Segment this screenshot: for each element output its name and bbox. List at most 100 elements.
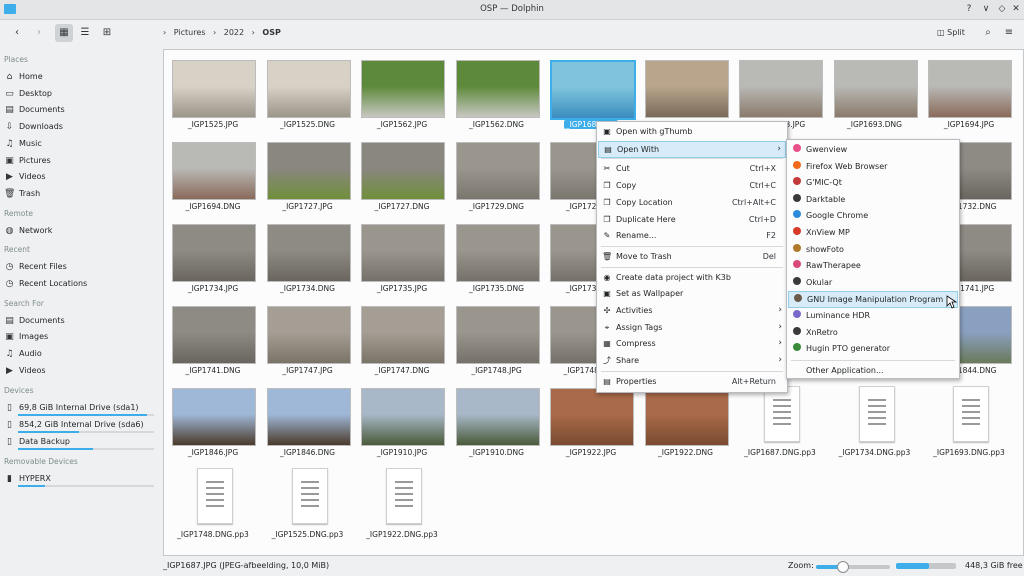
icons-view-button[interactable]: ▦: [55, 24, 73, 42]
open-with-firefox-web-browser[interactable]: Firefox Web Browser: [788, 159, 958, 174]
breadcrumb-osp[interactable]: OSP: [262, 28, 280, 37]
file-item[interactable]: _IGP1525.DNG: [259, 50, 351, 130]
sidebar-item-label: Network: [19, 225, 53, 235]
file-item[interactable]: _IGP1562.DNG: [448, 50, 540, 130]
zoom-slider[interactable]: [816, 561, 890, 573]
breadcrumb-chevron-icon: ›: [163, 28, 167, 37]
open-with-rawtherapee[interactable]: RawTherapee: [788, 258, 958, 273]
help-button[interactable]: ?: [962, 2, 976, 16]
sidebar-item-devices-69-8-gib-internal-drive-sda1[interactable]: ▯ 69,8 GiB Internal Drive (sda1): [4, 400, 154, 415]
file-item[interactable]: _IGP1747.DNG: [353, 296, 445, 376]
file-item[interactable]: _IGP1687.JPG: [542, 50, 636, 130]
menu-item-share[interactable]: ⤴ Share ›: [598, 353, 786, 368]
open-with-gwenview[interactable]: Gwenview: [788, 142, 958, 157]
menu-item-duplicate-here[interactable]: ❐ Duplicate Here Ctrl+D: [598, 212, 786, 227]
compact-view-button[interactable]: ☰: [76, 24, 94, 42]
menu-item-rename[interactable]: ✎ Rename... F2: [598, 228, 786, 243]
menu-item-activities[interactable]: ✣ Activities ›: [598, 303, 786, 318]
file-item[interactable]: _IGP1734.JPG: [164, 214, 256, 294]
file-item[interactable]: _IGP1910.JPG: [353, 378, 445, 458]
sidebar-item-search-images[interactable]: ▣ Images: [4, 329, 154, 344]
file-item[interactable]: _IGP1748.JPG: [448, 296, 540, 376]
menu-item-compress[interactable]: ▦ Compress ›: [598, 336, 786, 351]
file-item[interactable]: _IGP1694.JPG: [920, 50, 1012, 130]
search-button[interactable]: ⌕: [979, 24, 997, 42]
file-item[interactable]: _IGP1741.DNG: [164, 296, 256, 376]
file-item[interactable]: _IGP1922.DNG.pp3: [353, 460, 445, 540]
open-with-luminance-hdr[interactable]: Luminance HDR: [788, 308, 958, 323]
menu-button[interactable]: ≡: [1000, 24, 1018, 42]
open-with-g-mic-qt[interactable]: G'MIC-Qt: [788, 175, 958, 190]
open-with-okular[interactable]: Okular: [788, 275, 958, 290]
menu-item-copy[interactable]: ❐ Copy Ctrl+C: [598, 178, 786, 193]
sidebar-item-remote-network[interactable]: ◍ Network: [4, 223, 154, 238]
back-button[interactable]: ‹: [8, 24, 26, 42]
menu-item-open-with[interactable]: ▤ Open With ›: [598, 140, 786, 158]
file-item[interactable]: _IGP1687.DNG: [637, 50, 729, 130]
file-item[interactable]: _IGP1693.JPG: [731, 50, 823, 130]
open-with-google-chrome[interactable]: Google Chrome: [788, 208, 958, 223]
zoom-slider-handle[interactable]: [836, 561, 849, 573]
sidebar-item-places-videos[interactable]: ▶ Videos: [4, 169, 154, 184]
open-with-darktable[interactable]: Darktable: [788, 192, 958, 207]
file-item[interactable]: _IGP1846.DNG: [259, 378, 351, 458]
maximize-button[interactable]: ◇: [995, 2, 1009, 16]
file-item[interactable]: _IGP1729.DNG: [448, 132, 540, 212]
minimize-button[interactable]: ∨: [979, 2, 993, 16]
file-item[interactable]: _IGP1735.JPG: [353, 214, 445, 294]
menu-item-move-to-trash[interactable]: 🗑 Move to Trash Del: [598, 249, 786, 264]
sidebar-item-search-audio[interactable]: ♫ Audio: [4, 346, 154, 361]
menu-shortcut: Ctrl+C: [749, 181, 776, 191]
file-item[interactable]: _IGP1910.DNG: [448, 378, 540, 458]
menu-item-create-data-project-with-k3b[interactable]: ◉ Create data project with K3b: [598, 270, 786, 285]
sidebar-item-places-desktop[interactable]: ▭ Desktop: [4, 86, 154, 101]
sidebar-item-places-downloads[interactable]: ⇩ Downloads: [4, 119, 154, 134]
open-with-xnview-mp[interactable]: XnView MP: [788, 225, 958, 240]
menu-item-copy-location[interactable]: ❐ Copy Location Ctrl+Alt+C: [598, 195, 786, 210]
open-with-hugin-pto-generator[interactable]: Hugin PTO generator: [788, 341, 958, 356]
details-view-button[interactable]: ⊞: [98, 24, 116, 42]
file-item[interactable]: _IGP1727.DNG: [353, 132, 445, 212]
menu-item-set-as-wallpaper[interactable]: ▣ Set as Wallpaper: [598, 286, 786, 301]
open-with-xnretro[interactable]: XnRetro: [788, 325, 958, 340]
menu-item-cut[interactable]: ✂ Cut Ctrl+X: [598, 161, 786, 176]
file-item[interactable]: _IGP1734.DNG.pp3: [826, 378, 918, 458]
file-item[interactable]: _IGP1562.JPG: [353, 50, 445, 130]
image-thumbnail: [266, 388, 351, 446]
sidebar-item-places-trash[interactable]: 🗑 Trash: [4, 186, 154, 201]
file-item[interactable]: _IGP1525.JPG: [164, 50, 256, 130]
file-item[interactable]: _IGP1694.DNG: [164, 132, 256, 212]
open-with-showfoto[interactable]: showFoto: [788, 242, 958, 257]
breadcrumb-2022[interactable]: 2022: [224, 28, 244, 37]
sidebar-item-devices-854-2-gib-internal-drive-sda6[interactable]: ▯ 854,2 GiB Internal Drive (sda6): [4, 417, 154, 432]
file-item[interactable]: _IGP1846.JPG: [164, 378, 256, 458]
open-with-other-application[interactable]: Other Application...: [788, 363, 958, 378]
sidebar-item-search-videos[interactable]: ▶ Videos: [4, 363, 154, 378]
open-with-gnu-image-manipulation-program[interactable]: GNU Image Manipulation Program: [788, 291, 958, 309]
close-button[interactable]: ✕: [1009, 2, 1023, 16]
forward-button[interactable]: ›: [30, 24, 48, 42]
file-item[interactable]: _IGP1735.DNG: [448, 214, 540, 294]
sidebar-item-places-home[interactable]: ⌂ Home: [4, 69, 154, 84]
menu-item-open-with-gthumb[interactable]: ▣ Open with gThumb: [598, 124, 786, 139]
file-item[interactable]: _IGP1727.JPG: [259, 132, 351, 212]
sidebar-item-places-pictures[interactable]: ▣ Pictures: [4, 153, 154, 168]
file-item[interactable]: _IGP1693.DNG.pp3: [920, 378, 1012, 458]
menu-item-properties[interactable]: ▤ Properties Alt+Return: [598, 374, 786, 389]
breadcrumb-pictures[interactable]: Pictures: [174, 28, 206, 37]
sidebar-item-removable-hyperx[interactable]: ▮ HYPERX: [4, 471, 154, 486]
sidebar-item-devices-data-backup[interactable]: ▯ Data Backup: [4, 434, 154, 449]
file-item[interactable]: _IGP1693.DNG: [826, 50, 918, 130]
file-item[interactable]: _IGP1748.DNG.pp3: [164, 460, 256, 540]
sidebar-item-recent-recent-files[interactable]: ◷ Recent Files: [4, 259, 154, 274]
file-item[interactable]: _IGP1734.DNG: [259, 214, 351, 294]
videos-icon: ▶: [6, 172, 13, 183]
sidebar-item-label: Pictures: [19, 155, 51, 165]
file-item[interactable]: _IGP1525.DNG.pp3: [259, 460, 351, 540]
file-item[interactable]: _IGP1747.JPG: [259, 296, 351, 376]
sidebar-item-recent-recent-locations[interactable]: ◷ Recent Locations: [4, 276, 154, 291]
menu-item-assign-tags[interactable]: ⌖ Assign Tags ›: [598, 320, 786, 335]
sidebar-item-places-documents[interactable]: ▤ Documents: [4, 102, 154, 117]
sidebar-item-places-music[interactable]: ♫ Music: [4, 136, 154, 151]
sidebar-item-search-documents[interactable]: ▤ Documents: [4, 313, 154, 328]
